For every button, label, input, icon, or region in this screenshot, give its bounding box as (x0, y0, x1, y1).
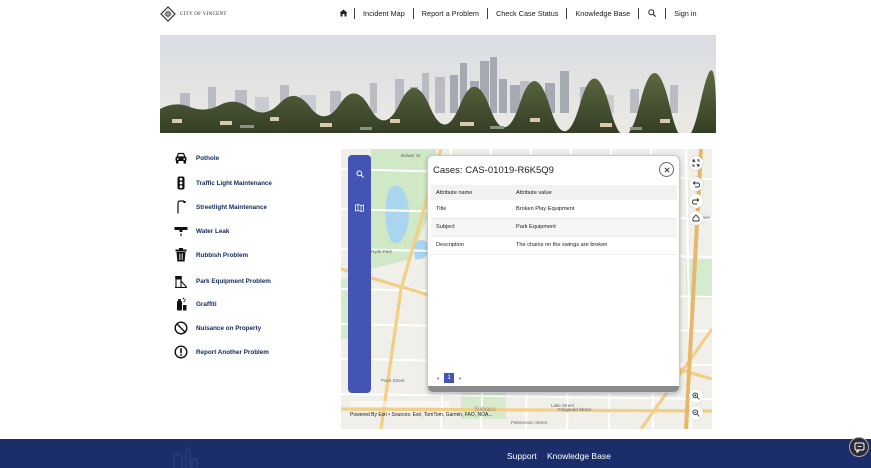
table-cell: Subject (431, 218, 511, 237)
category-label: Rubbish Problem (196, 251, 249, 259)
category-water-leak[interactable]: Water Leak (174, 224, 229, 238)
park-equipment-icon (174, 274, 188, 288)
table-cell: The chains on the swings are broken (511, 236, 677, 255)
table-cell: Title (431, 200, 511, 219)
category-streetlight[interactable]: Streetlight Maintenance (174, 200, 267, 214)
category-label: Water Leak (196, 227, 230, 235)
category-nuisance-on-property[interactable]: Nuisance on Property (174, 321, 261, 335)
popup-bottom-bar (428, 386, 679, 392)
zoom-out-button[interactable] (689, 406, 703, 420)
nav-incident-map[interactable]: Incident Map (355, 9, 413, 18)
home-extent-button[interactable] (689, 211, 703, 225)
footer-support-link[interactable]: Support (507, 451, 537, 461)
traffic-light-icon (174, 176, 188, 190)
category-rubbish[interactable]: Rubbish Problem (174, 248, 248, 262)
site-header: CITY OF VINCENT Incident Map Report a Pr… (0, 0, 871, 28)
chat-icon (854, 442, 864, 453)
map-icon (355, 203, 364, 212)
search-icon (355, 169, 364, 178)
map-label: Point Street (381, 378, 405, 383)
table-row: Title Broken Play Equipment (431, 200, 677, 219)
main-nav: Incident Map Report a Problem Check Case… (333, 6, 705, 20)
redo-button[interactable] (689, 194, 703, 208)
table-header-row: Attribute name Attribute value (431, 185, 677, 200)
category-park-equipment[interactable]: Park Equipment Problem (174, 274, 271, 288)
category-label: Nuisance on Property (196, 324, 262, 332)
redo-icon (692, 198, 700, 205)
table-cell: Broken Play Equipment (511, 200, 677, 219)
map-attribution: Powered By Esri • Sources: Esri, TomTom,… (350, 412, 493, 418)
streetlight-icon (174, 200, 188, 214)
skyline-image (160, 35, 716, 133)
bin-icon (174, 248, 188, 262)
nav-check-case-status[interactable]: Check Case Status (488, 9, 566, 18)
home-icon (692, 214, 700, 222)
table-cell: Description (431, 236, 511, 255)
footer-logo-icon (173, 447, 198, 468)
category-report-another-problem[interactable]: Report Another Problem (174, 345, 269, 359)
search-icon[interactable] (639, 9, 665, 17)
zoom-in-icon (692, 392, 700, 400)
fullscreen-button[interactable] (689, 156, 703, 170)
car-icon (174, 151, 188, 165)
category-pothole[interactable]: Pothole (174, 151, 219, 165)
undo-icon (692, 181, 700, 188)
map-search-button[interactable] (353, 167, 366, 180)
zoom-out-icon (692, 409, 700, 417)
nav-report-a-problem[interactable]: Report a Problem (414, 9, 487, 18)
category-graffiti[interactable]: Graffiti (174, 297, 217, 311)
chat-button[interactable] (849, 437, 869, 457)
city-logo-icon (160, 6, 176, 22)
table-cell: Park Equipment (511, 218, 677, 237)
popup-pagination: ◂ 1 ▸ (428, 369, 679, 387)
scale-bar (350, 401, 450, 407)
attribute-table: Attribute name Attribute value Title Bro… (431, 185, 677, 255)
category-label: Report Another Problem (196, 348, 269, 356)
basemap-gallery-button[interactable] (353, 201, 366, 214)
site-footer: Support Knowledge Base (0, 439, 871, 468)
page-number-button[interactable]: 1 (444, 373, 455, 383)
nav-knowledge-base[interactable]: Knowledge Base (567, 9, 638, 18)
sign-in-link[interactable]: Sign in (666, 9, 704, 18)
map-label: Hyde Park (371, 249, 393, 254)
map-label: Fitzgerald Street (558, 407, 592, 412)
case-popup: Cases: CAS-01019-R6K5Q9 Attribute name A… (427, 155, 680, 393)
logo-text: CITY OF VINCENT (180, 11, 227, 17)
previous-page-icon[interactable]: ◂ (436, 375, 439, 382)
water-leak-icon (174, 224, 188, 238)
category-traffic-light[interactable]: Traffic Light Maintenance (174, 176, 272, 190)
site-logo[interactable]: CITY OF VINCENT (160, 6, 227, 22)
category-label: Graffiti (196, 300, 217, 308)
footer-knowledge-base-link[interactable]: Knowledge Base (547, 451, 611, 461)
home-icon[interactable] (333, 9, 354, 17)
column-header: Attribute value (511, 185, 677, 200)
popup-title: Cases: CAS-01019-R6K5Q9 (433, 165, 554, 176)
spray-can-icon (174, 297, 188, 311)
zoom-in-button[interactable] (689, 389, 703, 403)
table-row: Subject Park Equipment (431, 218, 677, 237)
incident-map[interactable]: Hyde Park Bulwer St Subiaco Point Street… (341, 149, 712, 429)
map-label: Palmerston Street (511, 420, 548, 425)
undo-button[interactable] (689, 177, 703, 191)
category-label: Pothole (196, 154, 220, 162)
column-header: Attribute name (431, 185, 511, 200)
city-skyline-banner (160, 35, 716, 133)
exclamation-icon (174, 345, 188, 359)
popup-close-button[interactable] (659, 162, 674, 177)
next-page-icon[interactable]: ▸ (459, 375, 462, 382)
category-label: Traffic Light Maintenance (196, 179, 272, 187)
category-label: Streetlight Maintenance (196, 203, 268, 211)
map-toolbar (348, 155, 371, 393)
category-label: Park Equipment Problem (196, 277, 271, 285)
map-label: Bulwer St (401, 153, 421, 158)
close-icon (663, 166, 670, 173)
prohibited-icon (174, 321, 188, 335)
table-row: Description The chains on the swings are… (431, 236, 677, 255)
expand-icon (692, 159, 700, 167)
